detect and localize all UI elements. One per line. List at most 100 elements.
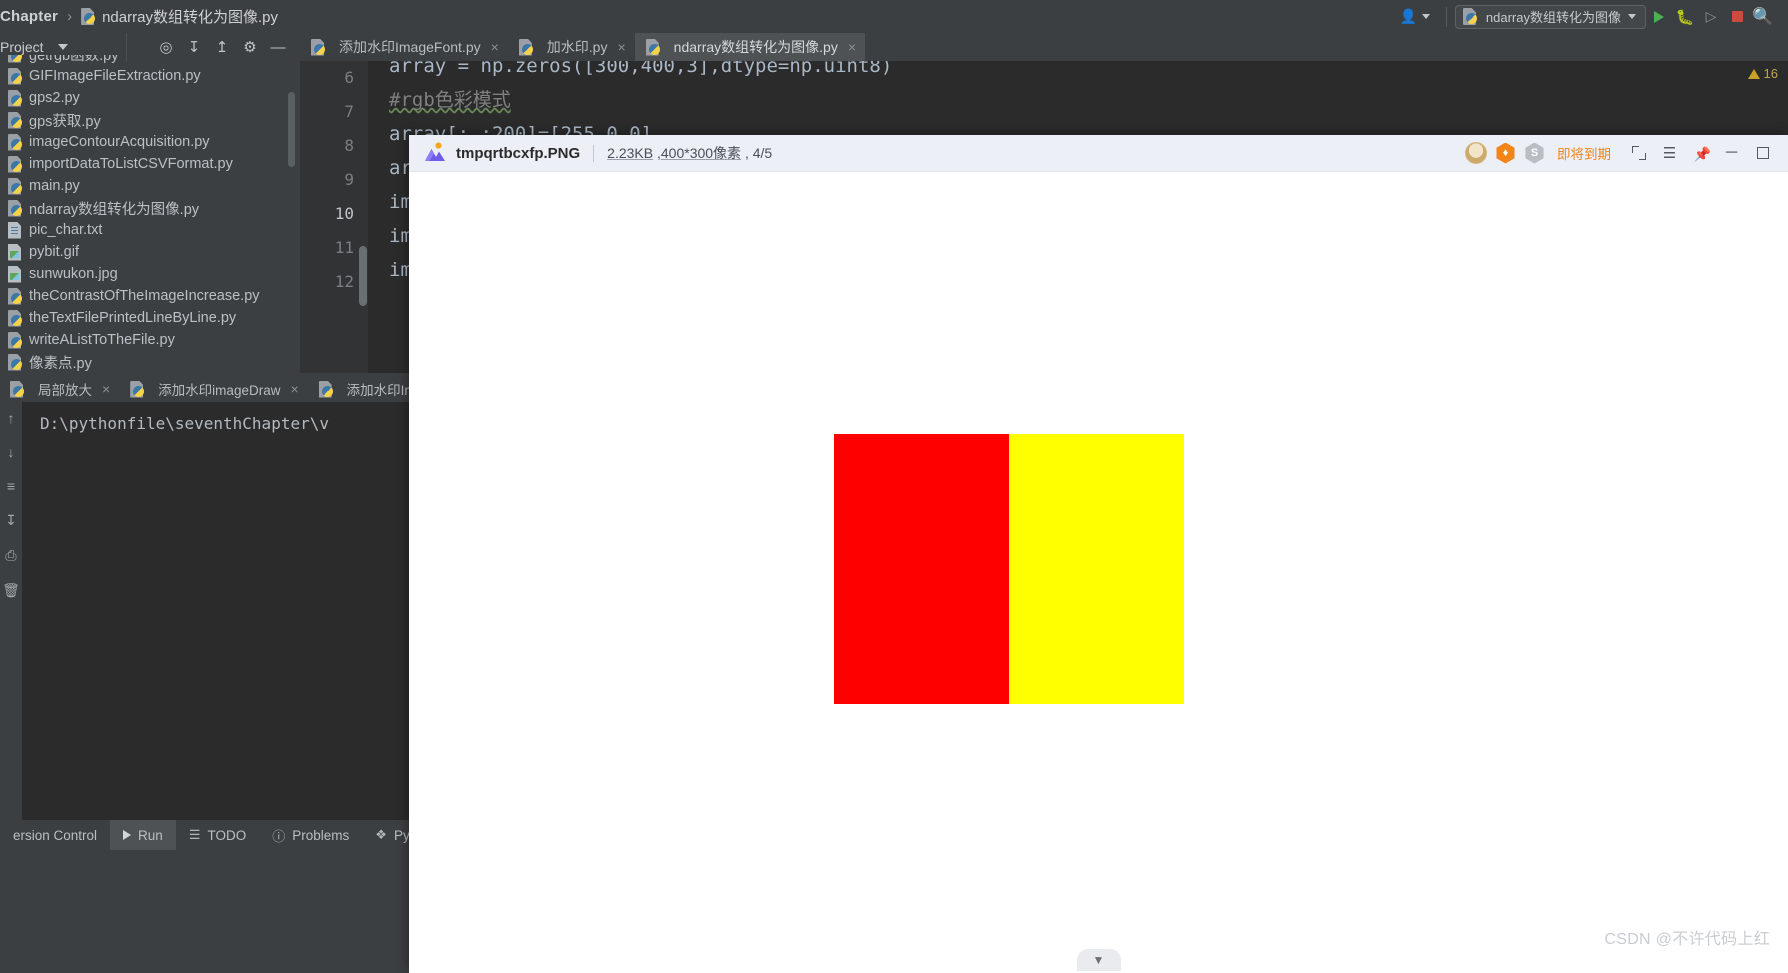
tree-item[interactable]: theContrastOfTheImageIncrease.py [0, 285, 300, 307]
status-bar-item-problems[interactable]: ⓘ Problems [259, 820, 362, 850]
warning-icon [1747, 68, 1760, 79]
tree-item[interactable]: GIFImageFileExtraction.py [0, 65, 300, 87]
tree-item[interactable]: getrgb函数.py [0, 55, 300, 65]
python-file-icon [8, 332, 23, 349]
tree-item[interactable]: ndarray数组转化为图像.py [0, 197, 300, 219]
tree-item-label: writeAListToTheFile.py [29, 332, 175, 348]
chevron-down-icon[interactable] [57, 44, 68, 50]
flame-icon[interactable]: ♦ [1496, 142, 1515, 164]
print-icon[interactable]: ⎙ [5, 547, 16, 564]
status-bar-item-run[interactable]: Run [110, 820, 176, 850]
inspection-warning-indicator[interactable]: 16 [1747, 66, 1778, 81]
python-file-icon [8, 310, 23, 327]
python-file-icon [311, 39, 326, 56]
soft-wrap-icon[interactable]: ≡ [7, 478, 15, 494]
tree-item[interactable]: pybit.gif [0, 241, 300, 263]
tree-item[interactable]: writeAListToTheFile.py [0, 329, 300, 351]
minimize-button[interactable]: ─ [1716, 138, 1747, 169]
project-tree-scrollbar[interactable] [288, 92, 295, 167]
tree-item-label: 像素点.py [29, 355, 92, 372]
tree-item[interactable]: sunwukon.jpg [0, 263, 300, 285]
image-index: 4/5 [752, 145, 773, 161]
run-configuration-selector[interactable]: ndarray数组转化为图像 [1454, 4, 1646, 29]
stop-button[interactable] [1724, 4, 1750, 30]
python-file-icon [8, 178, 23, 195]
search-icon: 🔍 [1752, 6, 1774, 26]
viewer-title-controls: ♦ S 即将到期 ☰ 📌 ─ [1465, 138, 1778, 169]
tree-item[interactable]: 像素点.py [0, 351, 300, 373]
project-panel-title[interactable]: Project [0, 39, 44, 55]
user-account-button[interactable]: 👤 [1391, 5, 1437, 28]
line-number: 11 [334, 238, 354, 257]
editor-tab-label: ndarray数组转化为图像.py [673, 39, 838, 55]
maximize-icon [1756, 147, 1769, 159]
tree-item[interactable]: gps2.py [0, 87, 300, 109]
run-console[interactable]: D:\pythonfile\seventhChapter\v [22, 402, 410, 820]
breadcrumb-separator-icon: › [67, 8, 73, 25]
editor-tab-active[interactable]: ndarray数组转化为图像.py × [634, 33, 866, 61]
line-number: 8 [344, 136, 354, 155]
maximize-button[interactable] [1747, 138, 1778, 169]
close-icon[interactable]: × [491, 39, 499, 55]
fullscreen-button[interactable] [1623, 138, 1654, 169]
expire-label[interactable]: 即将到期 [1557, 143, 1611, 163]
python-file-icon [1463, 8, 1478, 25]
python-file-icon [8, 55, 23, 63]
close-icon[interactable]: × [617, 39, 625, 55]
breadcrumb-file[interactable]: ndarray数组转化为图像.py [102, 6, 278, 27]
status-bar-item-todo[interactable]: ☰ TODO [176, 820, 259, 850]
close-icon[interactable]: × [102, 381, 110, 397]
tree-item[interactable]: imageContourAcquisition.py [0, 131, 300, 153]
debug-button[interactable]: 🐛 [1672, 4, 1698, 30]
tree-item[interactable]: theTextFilePrintedLineByLine.py [0, 307, 300, 329]
editor-tab-label: 加水印.py [546, 39, 608, 55]
trash-icon[interactable]: 🗑 [2, 582, 20, 599]
python-packages-icon: ❖ [375, 827, 387, 842]
python-file-icon [81, 8, 96, 25]
python-file-icon [519, 39, 534, 56]
scroll-down-button[interactable]: ▼ [1076, 949, 1121, 971]
code-line: array = np.zeros([300,400,3],dtype=np.ui… [389, 61, 893, 77]
run-tab-label: 添加水印imageDraw [158, 383, 281, 398]
menu-button[interactable]: ☰ [1654, 138, 1685, 169]
tree-item[interactable]: pic_char.txt [0, 219, 300, 241]
coverage-button[interactable]: ▷ [1698, 4, 1724, 30]
image-viewer-canvas[interactable]: ▼ [409, 172, 1788, 973]
pin-icon: 📌 [1693, 146, 1711, 162]
image-viewer-title-bar: tmpqrtbcxfp.PNG 2.23KB ,400*300像素 , 4/5 … [409, 135, 1788, 172]
shield-icon[interactable]: S [1525, 142, 1544, 164]
avatar[interactable] [1465, 142, 1487, 164]
tree-item-label: GIFImageFileExtraction.py [29, 68, 201, 84]
arrow-up-icon[interactable]: ↑ [8, 410, 15, 426]
project-file-tree[interactable]: getrgb函数.py GIFImageFileExtraction.py gp… [0, 55, 300, 375]
run-tool-window: 局部放大 × 添加水印imageDraw × 添加水印Im D:\pythonf… [0, 376, 416, 820]
run-tab[interactable]: 添加水印imageDraw × [120, 376, 308, 402]
arrow-down-icon[interactable]: ↓ [8, 444, 15, 460]
scroll-to-end-icon[interactable]: ↧ [5, 512, 17, 529]
status-bar-item-version-control[interactable]: ersion Control [0, 820, 110, 850]
run-tab[interactable]: 局部放大 × [0, 376, 120, 402]
editor-tab[interactable]: 添加水印ImageFont.py × [300, 33, 508, 61]
python-file-icon [10, 381, 25, 398]
displayed-image[interactable] [834, 434, 1184, 704]
stop-icon [1731, 11, 1743, 22]
breadcrumb-project[interactable]: Chapter [0, 8, 58, 25]
image-right-half-yellow [1009, 434, 1184, 704]
status-bar-label: Problems [292, 827, 350, 843]
image-file-size: 2.23KB [607, 145, 654, 161]
pin-button[interactable]: 📌 [1685, 138, 1716, 169]
editor-tab[interactable]: 加水印.py × [508, 33, 635, 61]
tree-item[interactable]: main.py [0, 175, 300, 197]
tree-item[interactable]: gps获取.py [0, 109, 300, 131]
code-line: #rgb色彩模式 [389, 89, 511, 111]
close-icon[interactable]: × [290, 381, 298, 397]
editor-scrollbar[interactable] [359, 246, 367, 306]
line-number: 7 [344, 102, 354, 121]
run-button[interactable] [1646, 4, 1672, 30]
problems-icon: ⓘ [272, 828, 286, 844]
search-button[interactable]: 🔍 [1750, 4, 1776, 30]
console-output-path: D:\pythonfile\seventhChapter\v [40, 414, 329, 433]
tree-item[interactable]: importDataToListCSVFormat.py [0, 153, 300, 175]
close-icon[interactable]: × [848, 39, 856, 55]
breadcrumb[interactable]: Chapter › ndarray数组转化为图像.py [0, 6, 278, 27]
